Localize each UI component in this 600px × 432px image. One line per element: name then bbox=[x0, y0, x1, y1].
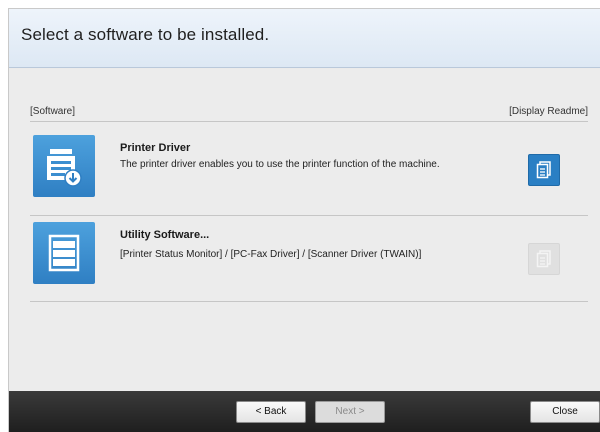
document-icon bbox=[536, 161, 551, 179]
next-button[interactable]: Next > bbox=[315, 401, 385, 423]
software-list-panel: [Software] [Display Readme] Printer Driv… bbox=[9, 69, 600, 391]
installer-window: Select a software to be installed. [Soft… bbox=[8, 8, 600, 432]
utility-software-icon[interactable] bbox=[33, 222, 95, 284]
software-name: Utility Software... bbox=[120, 229, 210, 241]
software-description: [Printer Status Monitor] / [PC-Fax Drive… bbox=[120, 249, 422, 260]
document-icon bbox=[536, 250, 551, 268]
printer-driver-icon[interactable] bbox=[33, 135, 95, 197]
divider bbox=[30, 301, 588, 302]
software-column-header: [Software] bbox=[30, 106, 76, 117]
display-readme-button-disabled bbox=[528, 243, 560, 275]
page-title: Select a software to be installed. bbox=[21, 25, 270, 44]
back-button[interactable]: < Back bbox=[236, 401, 306, 423]
footer-bar: < Back Next > Close bbox=[9, 391, 600, 432]
software-name: Printer Driver bbox=[120, 142, 191, 154]
readme-column-header: [Display Readme] bbox=[509, 106, 588, 117]
header: Select a software to be installed. bbox=[9, 9, 600, 68]
display-readme-button[interactable] bbox=[528, 154, 560, 186]
software-description: The printer driver enables you to use th… bbox=[120, 159, 440, 170]
software-row-utility-software[interactable]: Utility Software... [Printer Status Moni… bbox=[30, 212, 588, 296]
divider bbox=[30, 121, 588, 122]
close-button[interactable]: Close bbox=[530, 401, 600, 423]
software-row-printer-driver[interactable]: Printer Driver The printer driver enable… bbox=[30, 125, 588, 209]
